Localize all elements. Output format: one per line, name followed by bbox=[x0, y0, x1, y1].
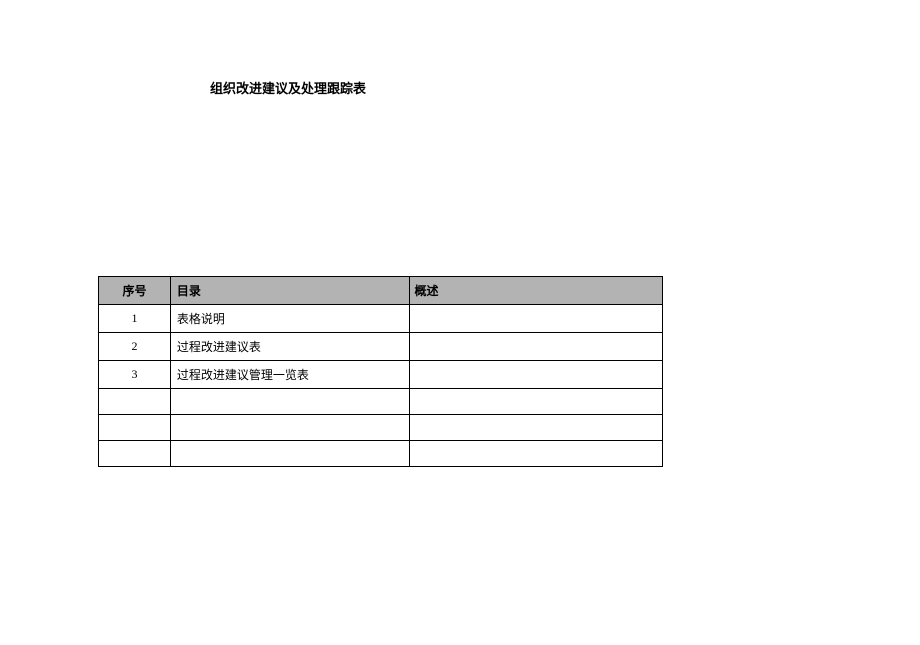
table-row: 2 过程改进建议表 bbox=[99, 333, 663, 361]
cell-desc bbox=[410, 333, 663, 361]
cell-seq: 2 bbox=[99, 333, 171, 361]
toc-table-container: 序号 目录 概述 1 表格说明 2 过程改进建议表 3 过程改进建议管理一览表 bbox=[98, 276, 663, 467]
header-seq: 序号 bbox=[99, 277, 171, 305]
table-row: 1 表格说明 bbox=[99, 305, 663, 333]
header-dir: 目录 bbox=[170, 277, 410, 305]
cell-desc bbox=[410, 305, 663, 333]
cell-dir: 过程改进建议表 bbox=[170, 333, 410, 361]
cell-desc bbox=[410, 441, 663, 467]
cell-desc bbox=[410, 361, 663, 389]
cell-seq: 3 bbox=[99, 361, 171, 389]
cell-seq bbox=[99, 389, 171, 415]
cell-seq bbox=[99, 441, 171, 467]
cell-dir: 过程改进建议管理一览表 bbox=[170, 361, 410, 389]
table-row bbox=[99, 389, 663, 415]
cell-dir bbox=[170, 389, 410, 415]
toc-table: 序号 目录 概述 1 表格说明 2 过程改进建议表 3 过程改进建议管理一览表 bbox=[98, 276, 663, 467]
table-row: 3 过程改进建议管理一览表 bbox=[99, 361, 663, 389]
cell-dir bbox=[170, 415, 410, 441]
header-desc: 概述 bbox=[410, 277, 663, 305]
table-row bbox=[99, 415, 663, 441]
document-title: 组织改进建议及处理跟踪表 bbox=[210, 78, 366, 97]
cell-dir bbox=[170, 441, 410, 467]
table-header-row: 序号 目录 概述 bbox=[99, 277, 663, 305]
cell-dir: 表格说明 bbox=[170, 305, 410, 333]
table-row bbox=[99, 441, 663, 467]
cell-desc bbox=[410, 415, 663, 441]
cell-seq bbox=[99, 415, 171, 441]
cell-desc bbox=[410, 389, 663, 415]
cell-seq: 1 bbox=[99, 305, 171, 333]
